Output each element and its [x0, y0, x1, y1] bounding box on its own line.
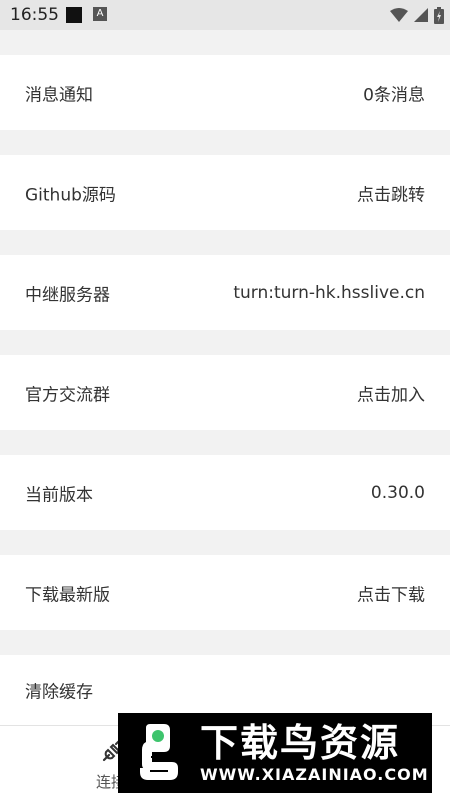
settings-label: 下载最新版	[25, 585, 110, 605]
watermark-url: WWW.XIAZAINIAO.COM	[200, 765, 429, 784]
settings-value: 0条消息	[363, 85, 425, 105]
settings-value: turn:turn-hk.hsslive.cn	[233, 282, 425, 303]
notification-square-icon	[66, 7, 82, 23]
battery-icon	[434, 6, 444, 24]
settings-label: 中继服务器	[25, 285, 110, 305]
status-icons	[390, 6, 444, 24]
status-time: 16:55	[10, 5, 59, 25]
settings-value: 点击跳转	[357, 185, 425, 205]
settings-value: 点击加入	[357, 385, 425, 405]
settings-label: 消息通知	[25, 85, 93, 105]
settings-value: 0.30.0	[370, 482, 425, 503]
settings-row-version: 当前版本 0.30.0	[0, 455, 450, 530]
settings-value: 点击下载	[357, 585, 425, 605]
wifi-icon	[390, 8, 408, 22]
settings-row-relay-server[interactable]: 中继服务器 turn:turn-hk.hsslive.cn	[0, 255, 450, 330]
settings-row-notifications[interactable]: 消息通知 0条消息	[0, 55, 450, 130]
settings-label: 官方交流群	[25, 385, 110, 405]
notification-a-icon: A	[93, 7, 107, 21]
status-bar: 16:55 A	[0, 0, 450, 30]
bird-logo-icon	[140, 724, 178, 780]
settings-row-download[interactable]: 下载最新版 点击下载	[0, 555, 450, 630]
settings-label: Github源码	[25, 185, 116, 205]
watermark-title: 下载鸟资源	[200, 721, 401, 765]
watermark: 下载鸟资源 WWW.XIAZAINIAO.COM	[118, 713, 432, 793]
settings-row-github[interactable]: Github源码 点击跳转	[0, 155, 450, 230]
settings-label: 清除缓存	[25, 682, 93, 703]
settings-row-group[interactable]: 官方交流群 点击加入	[0, 355, 450, 430]
settings-label: 当前版本	[25, 485, 93, 505]
settings-list: 消息通知 0条消息 Github源码 点击跳转 中继服务器 turn:turn-…	[0, 30, 450, 725]
signal-icon	[414, 8, 428, 22]
